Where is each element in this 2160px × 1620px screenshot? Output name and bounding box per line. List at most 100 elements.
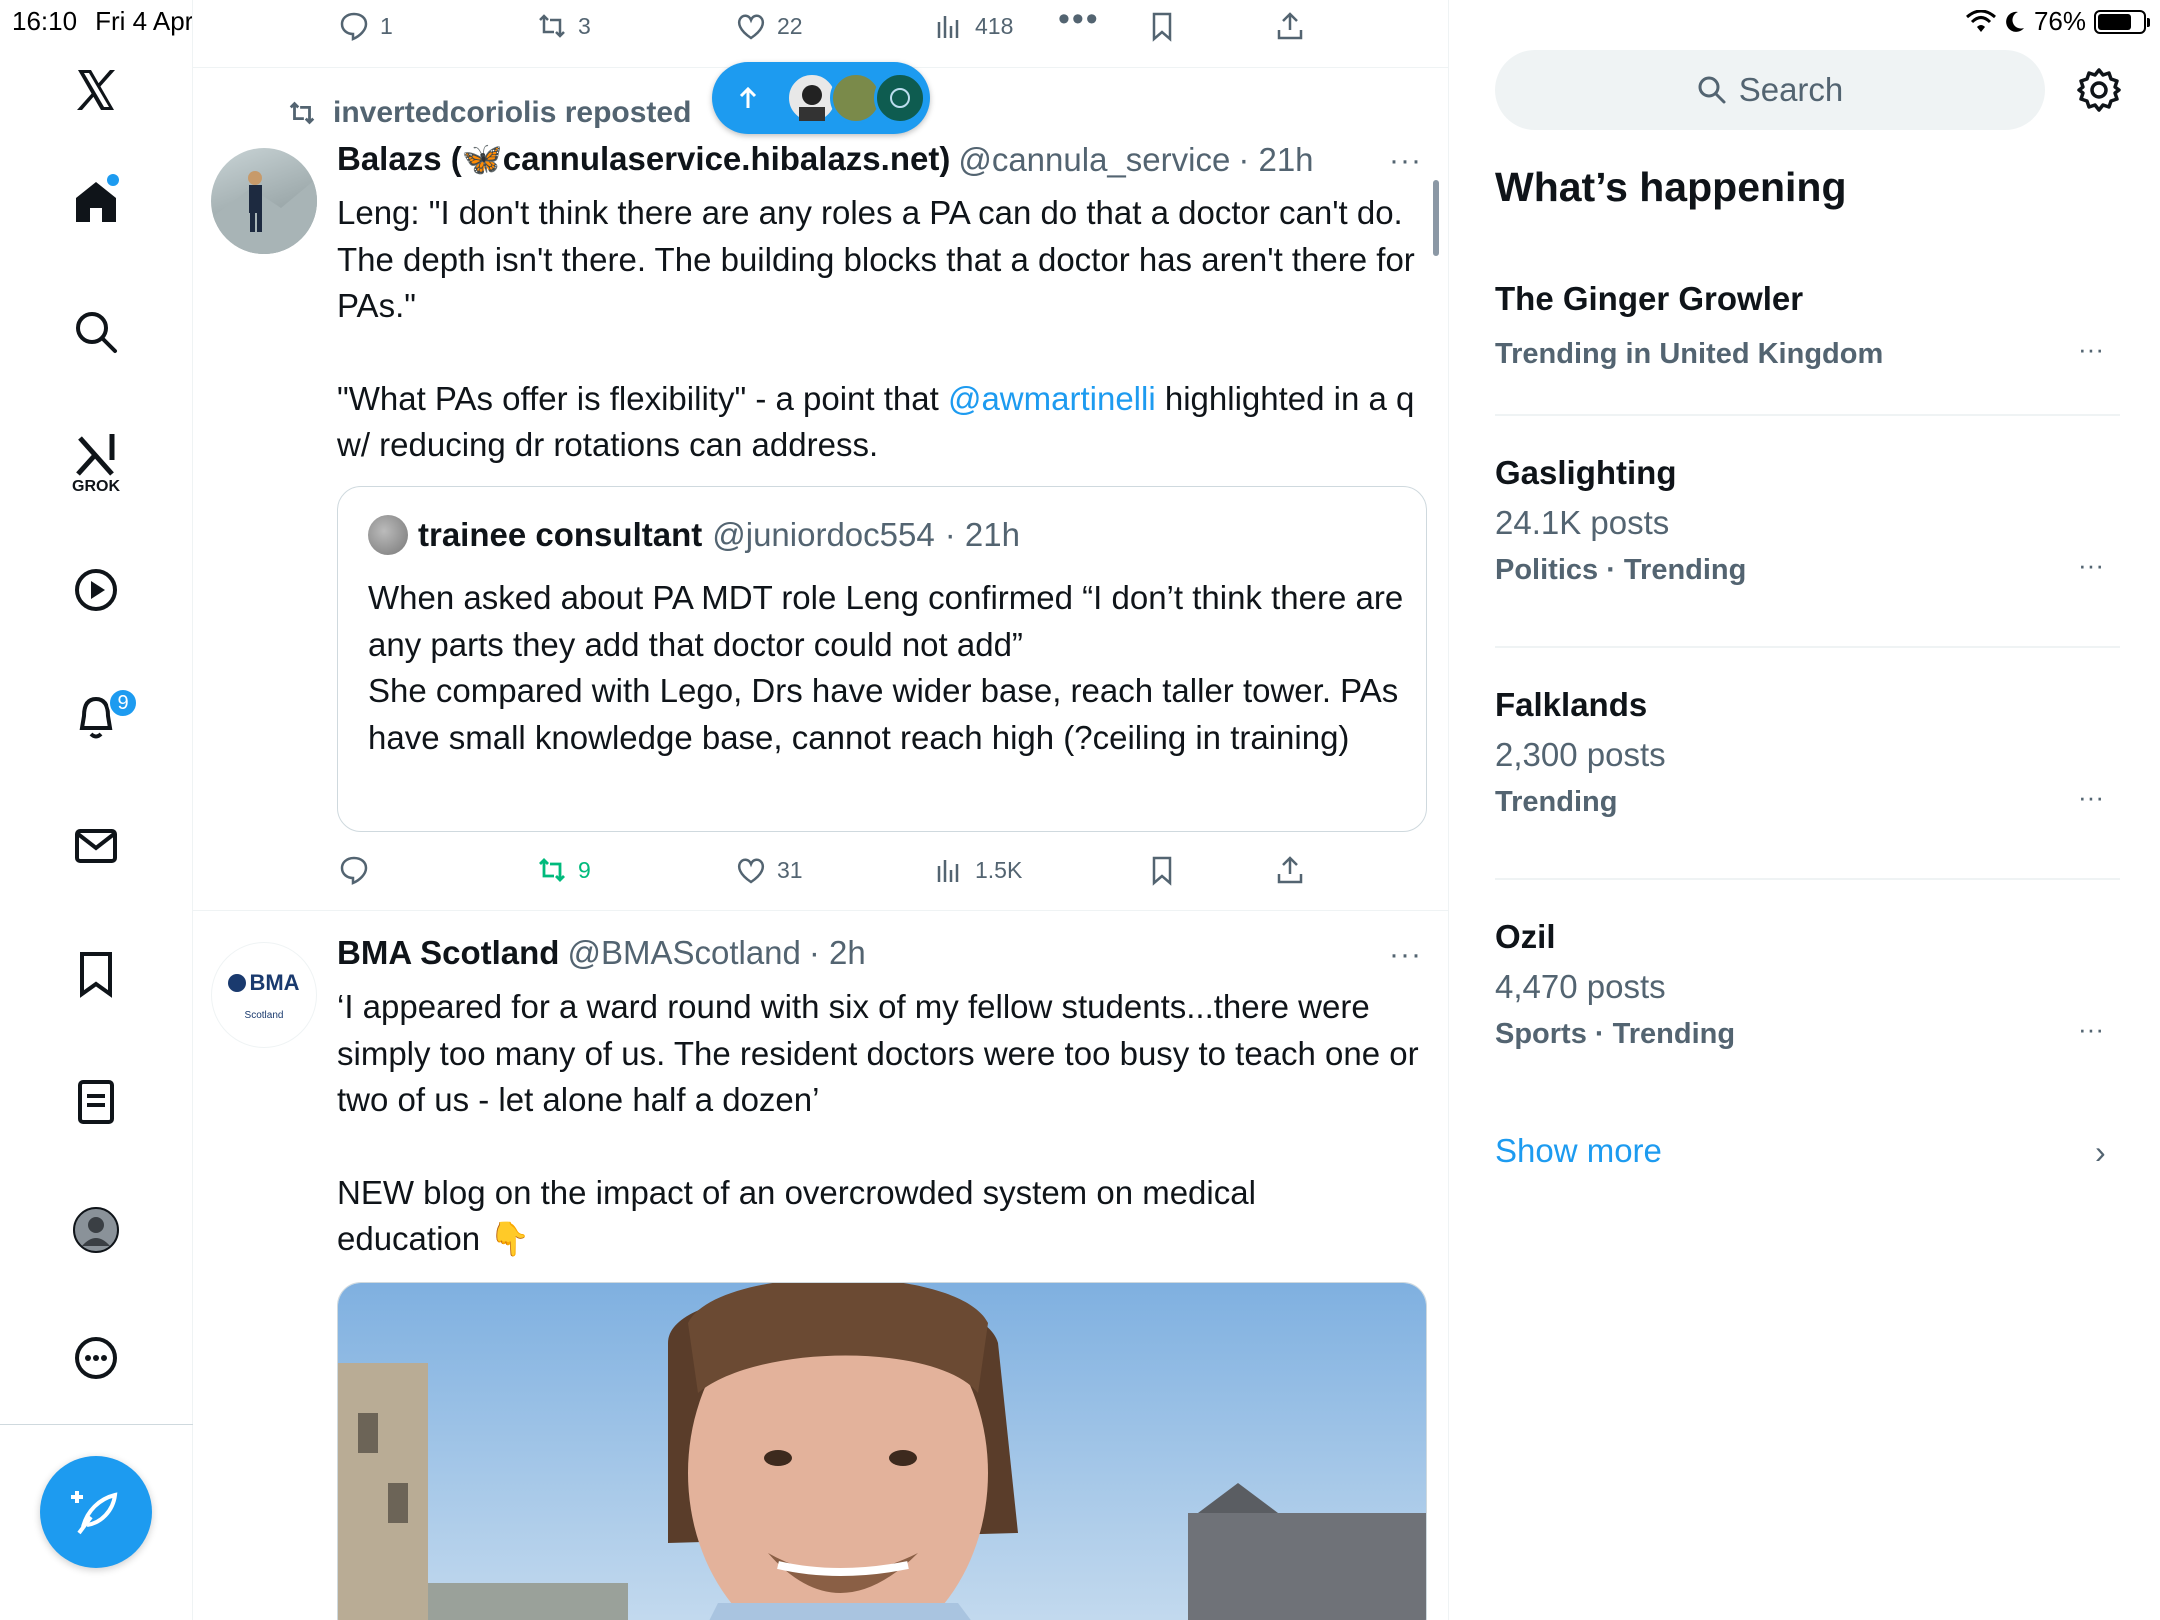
- compose-post-button[interactable]: [40, 1456, 152, 1568]
- lists-icon[interactable]: [66, 1072, 126, 1132]
- trend-post-count: 24.1K posts: [1495, 504, 1670, 541]
- search-icon: [1698, 76, 1726, 104]
- author-name[interactable]: BMA Scotland: [337, 934, 559, 972]
- trend-divider: [1495, 414, 2120, 416]
- mention-link[interactable]: @awmartinelli: [948, 380, 1156, 417]
- trend-item[interactable]: The Ginger Growler Trending in United Ki…: [1495, 280, 2120, 371]
- bma-logo: BMA: [228, 969, 300, 996]
- post-time[interactable]: · 21h: [1238, 141, 1313, 179]
- bookmark-button[interactable]: [1146, 10, 1178, 42]
- reply-count: 1: [380, 12, 393, 39]
- trend-item[interactable]: Falklands 2,300 posts Trending ···: [1495, 686, 2120, 819]
- search-icon[interactable]: [66, 302, 126, 362]
- author-handle[interactable]: @BMAScotland: [567, 934, 800, 972]
- bookmark-icon: [1152, 856, 1172, 886]
- trend-post-count: 4,470 posts: [1495, 968, 1666, 1005]
- x-logo-icon[interactable]: [66, 60, 126, 120]
- bma-avatar[interactable]: BMA Scotland: [211, 942, 317, 1048]
- post-text: Leng: "I don't think there are any roles…: [337, 190, 1437, 469]
- author-handle[interactable]: @cannula_service: [958, 141, 1230, 179]
- bookmark-icon: [1152, 12, 1172, 42]
- timeline-feed[interactable]: 1 3 22 418 ••• invertedcoriolis reposted: [193, 0, 1449, 1620]
- whats-happening-title: What’s happening: [1495, 164, 1847, 210]
- post-image[interactable]: [337, 1282, 1427, 1620]
- show-more-link[interactable]: Show more: [1495, 1132, 1662, 1170]
- reply-button[interactable]: [338, 854, 380, 886]
- post-text: ‘I appeared for a ward round with six of…: [337, 984, 1437, 1263]
- post-time[interactable]: · 2h: [809, 934, 866, 972]
- quoted-post[interactable]: trainee consultant @juniordoc554 · 21h W…: [337, 486, 1427, 832]
- like-count: 31: [777, 856, 803, 883]
- share-icon: [1277, 856, 1303, 884]
- left-navigation: GROK 9: [0, 0, 193, 1620]
- author-avatar[interactable]: [211, 148, 317, 254]
- new-posts-pill[interactable]: [712, 62, 930, 134]
- repost-count: 3: [578, 12, 591, 39]
- feed-scrollbar[interactable]: [1433, 180, 1439, 256]
- repost-button[interactable]: 3: [536, 10, 591, 42]
- messages-icon[interactable]: [66, 816, 126, 876]
- trend-category: Sports · Trending: [1495, 1018, 1736, 1050]
- post-more-button[interactable]: ···: [1389, 938, 1422, 972]
- repost-icon: [539, 858, 565, 882]
- previous-post-actions: 1 3 22 418 •••: [338, 0, 1318, 46]
- bma-logo-sub: Scotland: [244, 1009, 284, 1021]
- bma-logo-text: BMA: [249, 969, 300, 995]
- compose-feather-icon: [71, 1491, 118, 1535]
- post-header: BMA Scotland @BMAScotland · 2h: [337, 934, 866, 972]
- video-icon[interactable]: [66, 560, 126, 620]
- trend-category: Trending in United Kingdom: [1495, 338, 1884, 370]
- more-options-icon[interactable]: [66, 1328, 126, 1388]
- trend-post-count: 2,300 posts: [1495, 736, 1666, 773]
- bookmark-button[interactable]: [1146, 854, 1178, 886]
- repost-indicator: invertedcoriolis reposted: [285, 96, 691, 130]
- views-button[interactable]: 1.5K: [933, 854, 1022, 886]
- author-name[interactable]: Balazs (🦋cannulaservice.hibalazs.net): [337, 140, 950, 179]
- trend-more-button[interactable]: ···: [2078, 782, 2104, 813]
- repost-count: 9: [578, 856, 591, 883]
- post-separator: [193, 910, 1448, 911]
- like-button[interactable]: 31: [735, 854, 803, 886]
- quoted-post-header: trainee consultant @juniordoc554 · 21h: [368, 515, 1020, 555]
- like-count: 22: [777, 12, 803, 39]
- reply-button[interactable]: 1: [338, 10, 393, 42]
- quoted-post-text: When asked about PA MDT role Leng confir…: [368, 579, 1404, 756]
- views-button[interactable]: 418: [933, 10, 1013, 42]
- quoted-author-handle: @juniordoc554: [712, 516, 935, 553]
- repost-button[interactable]: 9: [536, 854, 591, 886]
- reply-icon: [340, 12, 368, 41]
- chevron-right-icon[interactable]: ›: [2095, 1134, 2106, 1171]
- profile-avatar-icon[interactable]: [66, 1200, 126, 1260]
- trend-item[interactable]: Ozil 4,470 posts Sports · Trending ···: [1495, 918, 2120, 1051]
- repost-icon: [539, 14, 565, 38]
- right-sidebar: Search What’s happening The Ginger Growl…: [1450, 0, 2160, 1620]
- share-button[interactable]: [1274, 10, 1306, 42]
- trend-more-button[interactable]: ···: [2078, 334, 2104, 365]
- post-more-button[interactable]: ···: [1389, 144, 1422, 178]
- trend-more-button[interactable]: ···: [2078, 1014, 2104, 1045]
- share-icon: [1277, 12, 1303, 40]
- trend-item[interactable]: Gaslighting 24.1K posts Politics · Trend…: [1495, 454, 2120, 587]
- search-input[interactable]: Search: [1495, 50, 2045, 130]
- trend-name: Falklands: [1495, 686, 1648, 723]
- pill-avatar-3: [874, 72, 926, 124]
- settings-gear-icon[interactable]: [2075, 66, 2123, 114]
- views-count: 1.5K: [975, 856, 1023, 883]
- heart-icon: [737, 858, 765, 884]
- more-dots-icon[interactable]: •••: [1058, 0, 1100, 39]
- share-button[interactable]: [1274, 854, 1306, 886]
- repost-by-text: invertedcoriolis reposted: [333, 96, 692, 129]
- trend-category: Politics · Trending: [1495, 554, 1747, 586]
- bookmarks-icon[interactable]: [66, 944, 126, 1004]
- like-button[interactable]: 22: [735, 10, 803, 42]
- post-text-paragraph-2: NEW blog on the impact of an overcrowded…: [337, 1173, 1256, 1258]
- trend-divider: [1495, 878, 2120, 880]
- grok-icon[interactable]: [66, 424, 126, 484]
- quoted-author-avatar: [368, 515, 408, 555]
- views-icon: [937, 16, 959, 38]
- heart-icon: [737, 14, 765, 40]
- grok-label: GROK: [72, 478, 120, 495]
- trend-name: Gaslighting: [1495, 454, 1677, 491]
- views-count: 418: [975, 12, 1014, 39]
- trend-more-button[interactable]: ···: [2078, 550, 2104, 581]
